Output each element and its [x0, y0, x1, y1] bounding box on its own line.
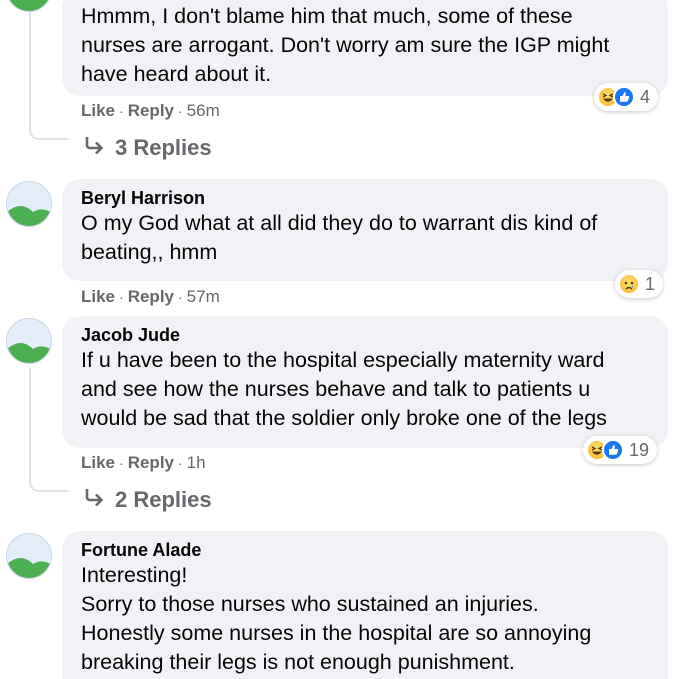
comment-bubble: Beryl Harrison O my God what at all did …	[62, 179, 668, 281]
comment-text: If u have been to the hospital especiall…	[81, 348, 607, 430]
avatar[interactable]	[6, 533, 52, 579]
default-avatar-icon	[7, 182, 51, 226]
like-link[interactable]: Like	[81, 453, 115, 473]
comment-timestamp[interactable]: 1h	[187, 453, 206, 473]
view-replies-link[interactable]: 2 Replies	[83, 487, 212, 513]
reaction-summary[interactable]: 1	[615, 270, 664, 298]
comment-author[interactable]: Fortune Alade	[81, 539, 656, 561]
replies-count-label: 3 Replies	[115, 135, 212, 160]
comment-actions: Like · Reply · 1h	[81, 453, 206, 473]
like-reaction-icon	[602, 439, 624, 461]
view-replies-link[interactable]: 3 Replies	[83, 135, 212, 161]
reaction-count: 19	[629, 439, 650, 460]
separator: ·	[119, 103, 124, 119]
separator: ·	[178, 103, 183, 119]
reply-arrow-icon	[83, 135, 105, 161]
replies-count-label: 2 Replies	[115, 487, 212, 512]
reply-arrow-icon	[83, 487, 105, 513]
separator: ·	[178, 289, 183, 305]
default-avatar-icon	[7, 319, 51, 363]
default-avatar-icon	[7, 534, 51, 578]
separator: ·	[178, 455, 183, 471]
comment-bubble: Hmmm, I don't blame him that much, some …	[62, 0, 668, 96]
comment-text: Hmmm, I don't blame him that much, some …	[81, 4, 610, 86]
like-reaction-icon	[613, 86, 635, 108]
comment-text: Interesting! Sorry to those nurses who s…	[81, 563, 592, 674]
avatar[interactable]	[6, 181, 52, 227]
comment-timestamp[interactable]: 57m	[187, 287, 220, 307]
like-link[interactable]: Like	[81, 101, 115, 121]
reply-link[interactable]: Reply	[128, 453, 174, 473]
comment-actions: Like · Reply · 56m	[81, 101, 220, 121]
reply-link[interactable]: Reply	[128, 101, 174, 121]
separator: ·	[119, 455, 124, 471]
separator: ·	[119, 289, 124, 305]
avatar[interactable]	[6, 318, 52, 364]
sad-reaction-icon	[618, 273, 640, 295]
reaction-count: 4	[640, 86, 651, 107]
comment-bubble: Jacob Jude If u have been to the hospita…	[62, 316, 668, 448]
comment-author[interactable]: Jacob Jude	[81, 324, 656, 346]
like-link[interactable]: Like	[81, 287, 115, 307]
reaction-summary[interactable]: 4	[594, 83, 659, 111]
reply-link[interactable]: Reply	[128, 287, 174, 307]
comment-bubble: Fortune Alade Interesting! Sorry to thos…	[62, 531, 668, 679]
comment-timestamp[interactable]: 56m	[187, 101, 220, 121]
comment-actions: Like · Reply · 57m	[81, 287, 220, 307]
comment-text: O my God what at all did they do to warr…	[81, 211, 598, 264]
reaction-count: 1	[645, 273, 656, 294]
reaction-summary[interactable]: 19	[583, 436, 658, 464]
comment-author[interactable]: Beryl Harrison	[81, 187, 656, 209]
